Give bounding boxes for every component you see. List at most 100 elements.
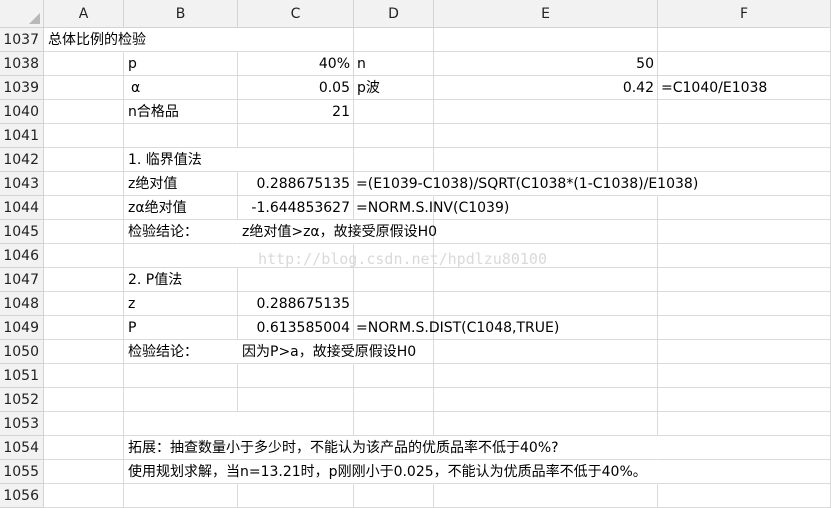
grid-cell[interactable] xyxy=(124,124,238,148)
grid-cell[interactable] xyxy=(658,364,831,388)
grid-cell[interactable] xyxy=(354,268,434,292)
grid-cell[interactable] xyxy=(124,76,238,100)
grid-cell[interactable] xyxy=(124,364,238,388)
grid-cell[interactable] xyxy=(434,148,658,172)
grid-cell[interactable] xyxy=(354,148,434,172)
grid-cell[interactable] xyxy=(434,124,658,148)
grid-cell[interactable] xyxy=(238,412,354,436)
grid-cell[interactable] xyxy=(124,484,238,508)
column-header-f[interactable]: F xyxy=(658,0,831,28)
row-header[interactable]: 1054 xyxy=(0,436,44,460)
grid-cell[interactable] xyxy=(354,364,434,388)
grid-cell[interactable] xyxy=(354,244,434,268)
grid-cell[interactable] xyxy=(44,364,124,388)
grid-cell[interactable] xyxy=(238,244,354,268)
row-header[interactable]: 1038 xyxy=(0,52,44,76)
column-header-d[interactable]: D xyxy=(354,0,434,28)
row-header[interactable]: 1055 xyxy=(0,460,44,484)
grid-cell[interactable] xyxy=(354,412,434,436)
row-header[interactable]: 1037 xyxy=(0,28,44,52)
row-header[interactable]: 1044 xyxy=(0,196,44,220)
row-header[interactable]: 1046 xyxy=(0,244,44,268)
grid-cell[interactable] xyxy=(124,292,238,316)
column-header-a[interactable]: A xyxy=(44,0,124,28)
grid-cell[interactable] xyxy=(354,292,434,316)
row-header[interactable]: 1045 xyxy=(0,220,44,244)
grid-cell[interactable] xyxy=(434,484,658,508)
row-header[interactable]: 1040 xyxy=(0,100,44,124)
grid-cell[interactable] xyxy=(434,244,658,268)
grid-cell[interactable] xyxy=(44,460,124,484)
grid-cell[interactable] xyxy=(434,292,658,316)
grid-cell[interactable] xyxy=(658,244,831,268)
grid-cell[interactable] xyxy=(434,220,658,244)
grid-cell[interactable] xyxy=(44,100,124,124)
grid-cell[interactable] xyxy=(44,148,124,172)
grid-cell[interactable] xyxy=(658,28,831,52)
grid-cell[interactable] xyxy=(658,124,831,148)
grid-cell[interactable] xyxy=(44,196,124,220)
grid-cell[interactable] xyxy=(238,268,354,292)
grid-cell[interactable] xyxy=(658,292,831,316)
grid-cell[interactable] xyxy=(434,268,658,292)
grid-cell[interactable] xyxy=(658,268,831,292)
grid-cell[interactable] xyxy=(238,388,354,412)
select-all-corner[interactable] xyxy=(0,0,44,28)
grid-cell[interactable] xyxy=(124,52,238,76)
grid-cell[interactable] xyxy=(44,52,124,76)
grid-cell[interactable] xyxy=(44,412,124,436)
column-header-e[interactable]: E xyxy=(434,0,658,28)
row-header[interactable]: 1053 xyxy=(0,412,44,436)
row-header[interactable]: 1051 xyxy=(0,364,44,388)
grid-cell[interactable] xyxy=(658,220,831,244)
grid-cell[interactable] xyxy=(658,148,831,172)
grid-cell[interactable] xyxy=(658,196,831,220)
grid-cell[interactable] xyxy=(434,340,658,364)
grid-cell[interactable] xyxy=(238,364,354,388)
row-header[interactable]: 1049 xyxy=(0,316,44,340)
grid-cell[interactable] xyxy=(354,28,434,52)
grid-cell[interactable] xyxy=(124,316,238,340)
grid-cell[interactable] xyxy=(658,436,831,460)
grid-cell[interactable] xyxy=(354,484,434,508)
column-header-c[interactable]: C xyxy=(238,0,354,28)
grid-cell[interactable] xyxy=(44,268,124,292)
row-header[interactable]: 1043 xyxy=(0,172,44,196)
grid-cell[interactable] xyxy=(354,388,434,412)
grid-cell[interactable] xyxy=(658,460,831,484)
grid-cell[interactable] xyxy=(354,124,434,148)
grid-cell[interactable] xyxy=(44,436,124,460)
grid-cell[interactable] xyxy=(354,100,434,124)
row-header[interactable]: 1050 xyxy=(0,340,44,364)
grid-cell[interactable] xyxy=(658,100,831,124)
grid-cell[interactable] xyxy=(434,388,658,412)
grid-cell[interactable] xyxy=(238,124,354,148)
grid-cell[interactable] xyxy=(658,316,831,340)
grid-cell[interactable] xyxy=(44,340,124,364)
grid-cell[interactable] xyxy=(658,412,831,436)
grid-cell[interactable] xyxy=(658,388,831,412)
row-header[interactable]: 1048 xyxy=(0,292,44,316)
grid-cell[interactable] xyxy=(44,76,124,100)
grid-cell[interactable] xyxy=(44,484,124,508)
grid-cell[interactable] xyxy=(44,316,124,340)
grid-cell[interactable] xyxy=(658,52,831,76)
grid-cell[interactable] xyxy=(354,52,434,76)
row-header[interactable]: 1047 xyxy=(0,268,44,292)
grid-cell[interactable] xyxy=(44,220,124,244)
grid-cell[interactable] xyxy=(238,28,354,52)
grid-cell[interactable] xyxy=(124,388,238,412)
grid-cell[interactable] xyxy=(434,364,658,388)
grid-cell[interactable] xyxy=(44,244,124,268)
grid-cell[interactable] xyxy=(238,148,354,172)
grid-cell[interactable] xyxy=(44,172,124,196)
row-header[interactable]: 1042 xyxy=(0,148,44,172)
grid-cell[interactable] xyxy=(434,28,658,52)
grid-cell[interactable] xyxy=(124,412,238,436)
grid-cell[interactable] xyxy=(44,124,124,148)
row-header[interactable]: 1041 xyxy=(0,124,44,148)
grid-cell[interactable] xyxy=(124,244,238,268)
grid-cell[interactable] xyxy=(434,100,658,124)
grid-cell[interactable] xyxy=(658,484,831,508)
grid-cell[interactable] xyxy=(434,412,658,436)
